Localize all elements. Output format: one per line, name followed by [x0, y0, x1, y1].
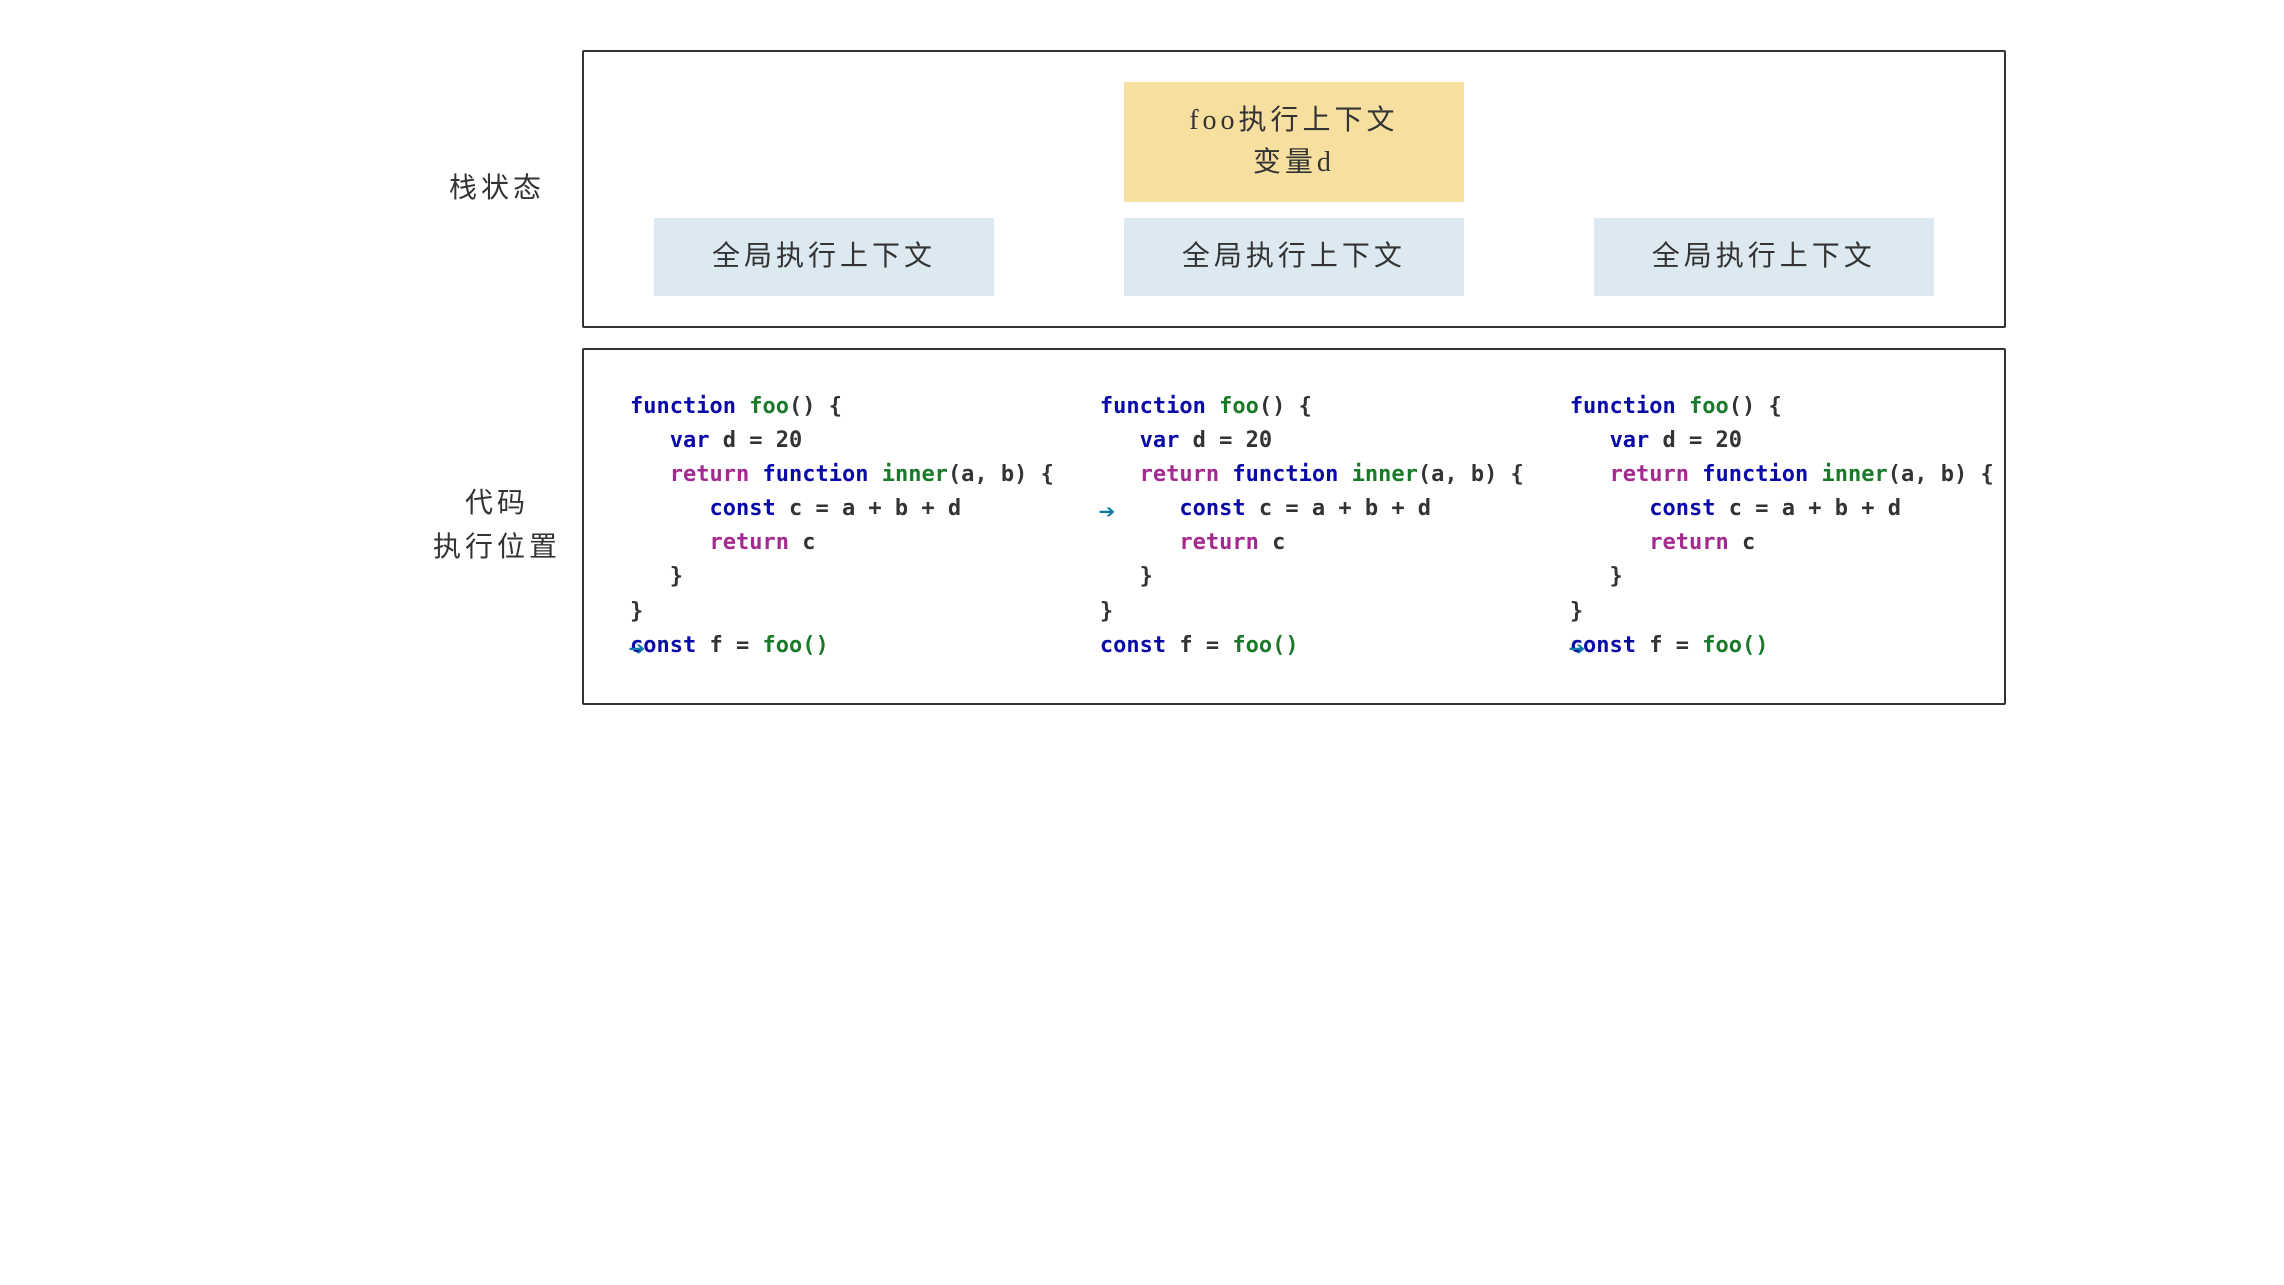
- stack-column-2: foo执行上下文 变量d 全局执行上下文: [1074, 82, 1514, 296]
- code-block-2: function foo() { var d = 20 return funct…: [1064, 390, 1524, 663]
- global-context-box: 全局执行上下文: [1124, 218, 1464, 296]
- execution-arrow-icon: ➔: [628, 629, 663, 669]
- stack-column-1: 全局执行上下文: [604, 218, 1044, 296]
- stack-column-3: 全局执行上下文: [1544, 218, 1984, 296]
- code-block-1: function foo() { var d = 20 return funct…: [594, 390, 1054, 663]
- stack-state-label: 栈状态: [422, 50, 572, 328]
- code-execution-panel: function foo() { var d = 20 return funct…: [582, 348, 2006, 705]
- code-block-3: function foo() { var d = 20 return funct…: [1534, 390, 1994, 663]
- code-position-label: 代码 执行位置: [422, 348, 572, 705]
- stack-state-panel: 全局执行上下文 foo执行上下文 变量d 全局执行上下文 全局执行上下文: [582, 50, 2006, 328]
- execution-arrow-icon: ➔: [1568, 629, 1603, 669]
- foo-context-box: foo执行上下文 变量d: [1124, 82, 1464, 202]
- global-context-box: 全局执行上下文: [654, 218, 994, 296]
- global-context-box: 全局执行上下文: [1594, 218, 1934, 296]
